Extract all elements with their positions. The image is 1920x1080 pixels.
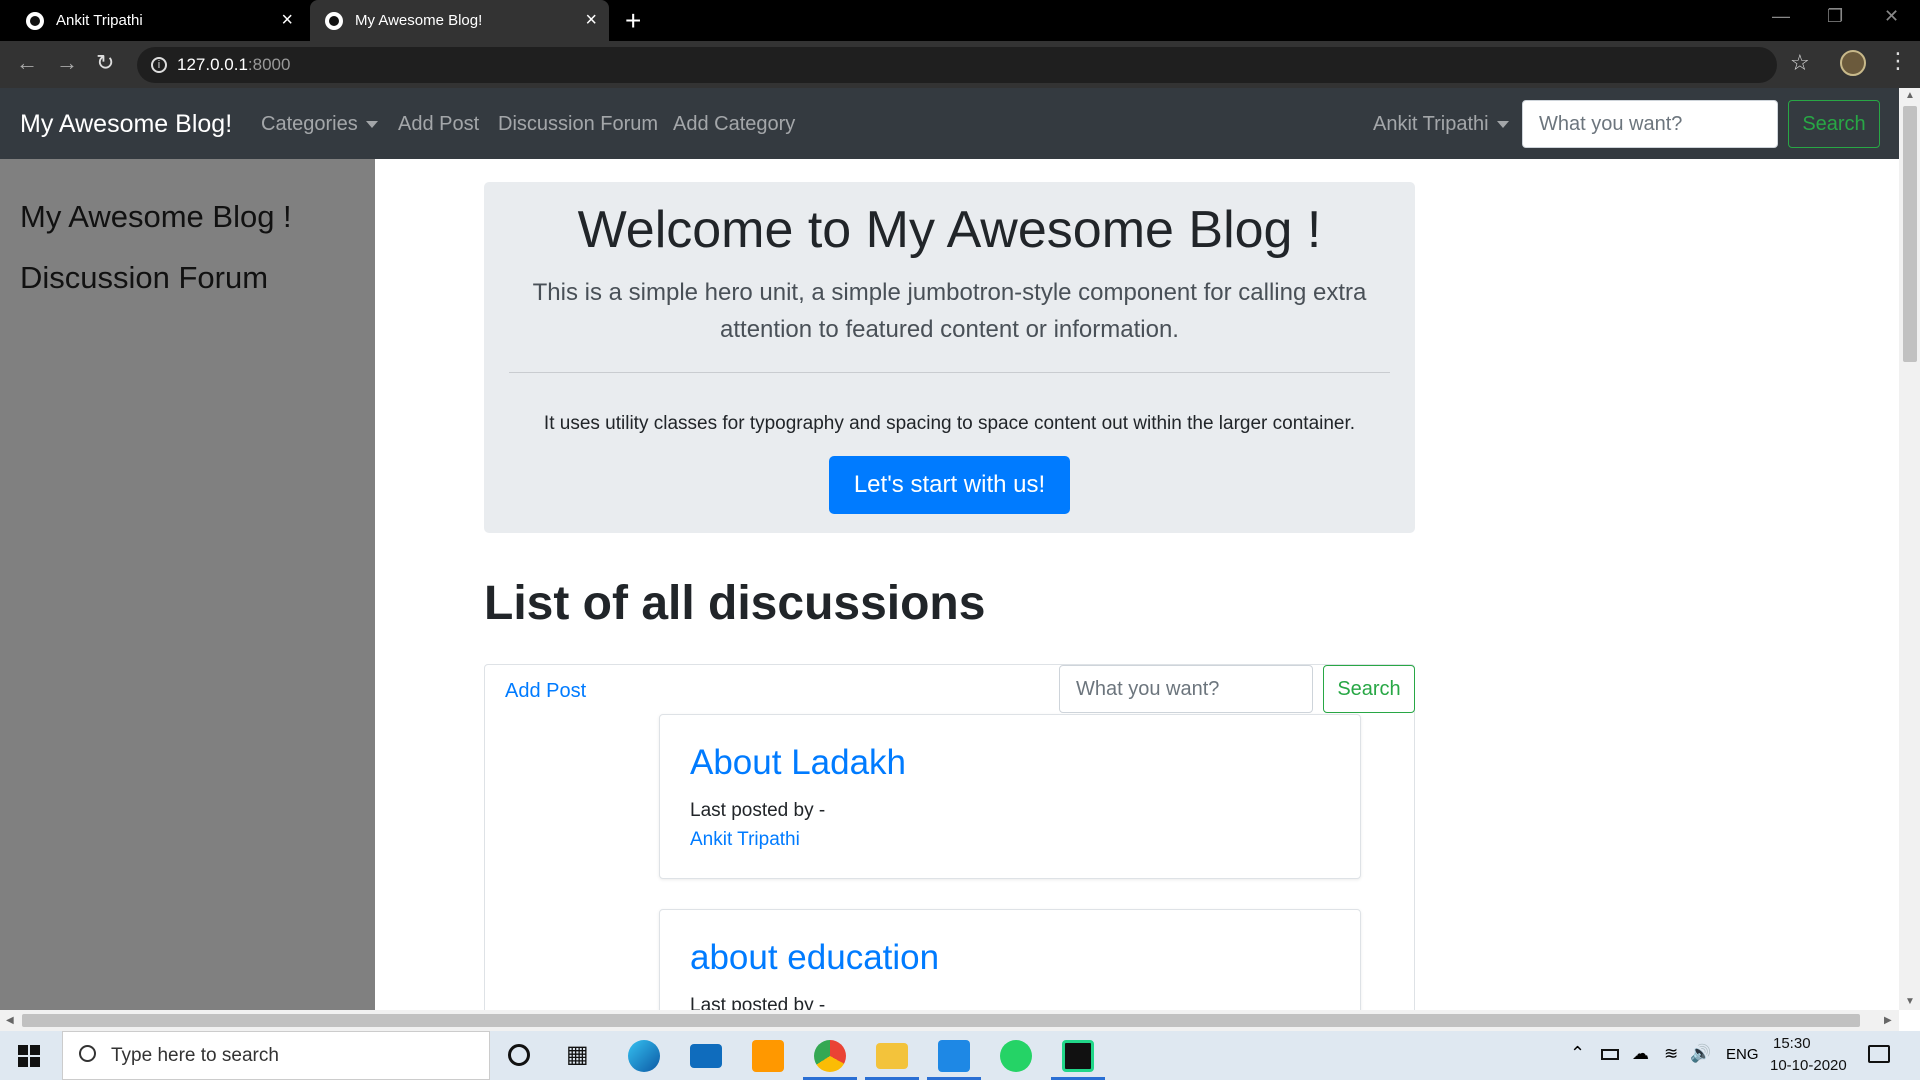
address-bar[interactable]: i 127.0.0.1:8000 bbox=[137, 47, 1777, 83]
horizontal-scrollbar-thumb[interactable] bbox=[22, 1014, 1860, 1027]
onedrive-icon[interactable]: ☁ bbox=[1632, 1044, 1649, 1064]
nav-add-post[interactable]: Add Post bbox=[398, 113, 479, 136]
caret-down-icon bbox=[365, 121, 378, 129]
taskbar: Type here to search ▦ ⌃ ☁ ≋ 🔊 ENG 15:30 … bbox=[0, 1031, 1920, 1080]
post-title-link[interactable]: about education bbox=[690, 938, 939, 978]
edge-icon[interactable] bbox=[628, 1040, 660, 1072]
mail-icon[interactable] bbox=[690, 1044, 722, 1068]
tab-title: Ankit Tripathi bbox=[56, 12, 143, 29]
minimize-icon[interactable]: — bbox=[1772, 6, 1790, 27]
tab-close-icon[interactable]: × bbox=[281, 9, 293, 32]
vertical-scrollbar[interactable]: ▲ ▼ bbox=[1899, 88, 1920, 1010]
discussion-panel: Add Post Search About Ladakh Last posted… bbox=[484, 664, 1415, 1010]
post-meta: Last posted by - bbox=[690, 995, 826, 1010]
forward-icon[interactable]: → bbox=[56, 50, 78, 76]
language-indicator[interactable]: ENG bbox=[1726, 1046, 1759, 1063]
discussion-search-button[interactable]: Search bbox=[1323, 665, 1415, 713]
post-card: about education Last posted by - bbox=[659, 909, 1361, 1010]
scroll-down-icon[interactable]: ▼ bbox=[1905, 996, 1915, 1007]
browser-toolbar: ← → ↻ i 127.0.0.1:8000 ☆ ⋮ bbox=[0, 41, 1920, 88]
profile-avatar[interactable] bbox=[1840, 50, 1866, 76]
scroll-up-icon[interactable]: ▲ bbox=[1905, 90, 1915, 101]
globe-icon bbox=[26, 11, 44, 30]
window-close-icon[interactable]: ✕ bbox=[1884, 6, 1899, 27]
browser-menu-icon[interactable]: ⋮ bbox=[1887, 48, 1909, 74]
discussion-search-input[interactable] bbox=[1059, 665, 1313, 713]
jumbotron-lead: This is a simple hero unit, a simple jum… bbox=[532, 279, 1367, 343]
jumbotron-title: Welcome to My Awesome Blog ! bbox=[577, 201, 1322, 259]
search-icon bbox=[79, 1045, 96, 1062]
wifi-icon[interactable]: ≋ bbox=[1664, 1044, 1678, 1064]
browser-tab-active[interactable]: My Awesome Blog! × bbox=[310, 0, 609, 41]
nav-user-label: Ankit Tripathi bbox=[1373, 113, 1489, 135]
site-navbar: My Awesome Blog! Categories Add Post Dis… bbox=[0, 88, 1899, 159]
nav-categories-dropdown[interactable]: Categories bbox=[261, 113, 378, 136]
taskbar-search-placeholder: Type here to search bbox=[111, 1045, 279, 1066]
address-port: :8000 bbox=[247, 55, 291, 74]
battery-icon[interactable] bbox=[1601, 1049, 1619, 1060]
nav-user-dropdown[interactable]: Ankit Tripathi bbox=[1373, 113, 1509, 136]
scroll-left-icon[interactable]: ◀ bbox=[6, 1015, 14, 1026]
post-meta: Last posted by - bbox=[690, 800, 826, 821]
tab-close-icon[interactable]: × bbox=[585, 9, 597, 32]
sidebar-item-discussion-forum[interactable]: Discussion Forum bbox=[20, 260, 268, 296]
post-title-link[interactable]: About Ladakh bbox=[690, 743, 906, 783]
sublime-text-icon[interactable] bbox=[752, 1040, 784, 1072]
jumbotron-text: It uses utility classes for typography a… bbox=[543, 413, 1356, 434]
post-author-link[interactable]: Ankit Tripathi bbox=[690, 829, 800, 851]
navbar-brand[interactable]: My Awesome Blog! bbox=[20, 110, 232, 139]
volume-icon[interactable]: 🔊 bbox=[1690, 1044, 1711, 1064]
restore-icon[interactable]: ❐ bbox=[1827, 6, 1843, 27]
nav-add-category[interactable]: Add Category bbox=[673, 113, 795, 136]
reload-icon[interactable]: ↻ bbox=[96, 50, 114, 76]
pycharm-icon[interactable] bbox=[1062, 1040, 1094, 1072]
add-post-link[interactable]: Add Post bbox=[505, 680, 586, 703]
task-view-icon[interactable]: ▦ bbox=[566, 1040, 598, 1072]
caret-down-icon bbox=[1496, 121, 1509, 129]
page-viewport: My Awesome Blog! Categories Add Post Dis… bbox=[0, 88, 1899, 1010]
back-icon[interactable]: ← bbox=[16, 50, 38, 76]
notification-icon[interactable] bbox=[1868, 1045, 1890, 1063]
browser-tab[interactable]: Ankit Tripathi × bbox=[0, 0, 305, 41]
clock-time[interactable]: 15:30 bbox=[1773, 1035, 1811, 1052]
browser-tab-strip: Ankit Tripathi × My Awesome Blog! × + — … bbox=[0, 0, 1920, 41]
taskbar-search-box[interactable]: Type here to search bbox=[62, 1031, 490, 1080]
navbar-search-input[interactable] bbox=[1522, 100, 1778, 148]
chrome-icon[interactable] bbox=[814, 1040, 846, 1072]
windows-start-icon[interactable] bbox=[18, 1045, 40, 1067]
scroll-right-icon[interactable]: ▶ bbox=[1884, 1015, 1892, 1026]
address-host: 127.0.0.1 bbox=[177, 55, 248, 74]
bookmark-star-icon[interactable]: ☆ bbox=[1790, 50, 1810, 76]
cortana-icon[interactable] bbox=[508, 1044, 530, 1066]
horizontal-scrollbar[interactable]: ◀ ▶ bbox=[0, 1010, 1899, 1031]
vscode-icon[interactable] bbox=[938, 1040, 970, 1072]
file-explorer-icon[interactable] bbox=[876, 1043, 908, 1069]
divider bbox=[509, 372, 1390, 373]
discussions-heading: List of all discussions bbox=[484, 577, 986, 630]
nav-categories-label: Categories bbox=[261, 113, 358, 135]
nav-discussion-forum[interactable]: Discussion Forum bbox=[498, 113, 658, 136]
tab-title: My Awesome Blog! bbox=[355, 12, 483, 29]
info-icon[interactable]: i bbox=[151, 57, 167, 73]
vertical-scrollbar-thumb[interactable] bbox=[1903, 106, 1917, 362]
clock-date[interactable]: 10-10-2020 bbox=[1770, 1057, 1847, 1074]
new-tab-icon[interactable]: + bbox=[625, 5, 641, 37]
globe-icon bbox=[325, 11, 343, 30]
chevron-up-icon[interactable]: ⌃ bbox=[1570, 1043, 1585, 1064]
navbar-search-button[interactable]: Search bbox=[1788, 100, 1880, 148]
post-card: About Ladakh Last posted by - Ankit Trip… bbox=[659, 714, 1361, 879]
jumbotron: Welcome to My Awesome Blog ! This is a s… bbox=[484, 182, 1415, 533]
sidebar: My Awesome Blog ! Discussion Forum bbox=[0, 159, 375, 1010]
whatsapp-icon[interactable] bbox=[1000, 1040, 1032, 1072]
sidebar-item-blog[interactable]: My Awesome Blog ! bbox=[20, 199, 292, 235]
start-button[interactable]: Let's start with us! bbox=[829, 456, 1070, 514]
